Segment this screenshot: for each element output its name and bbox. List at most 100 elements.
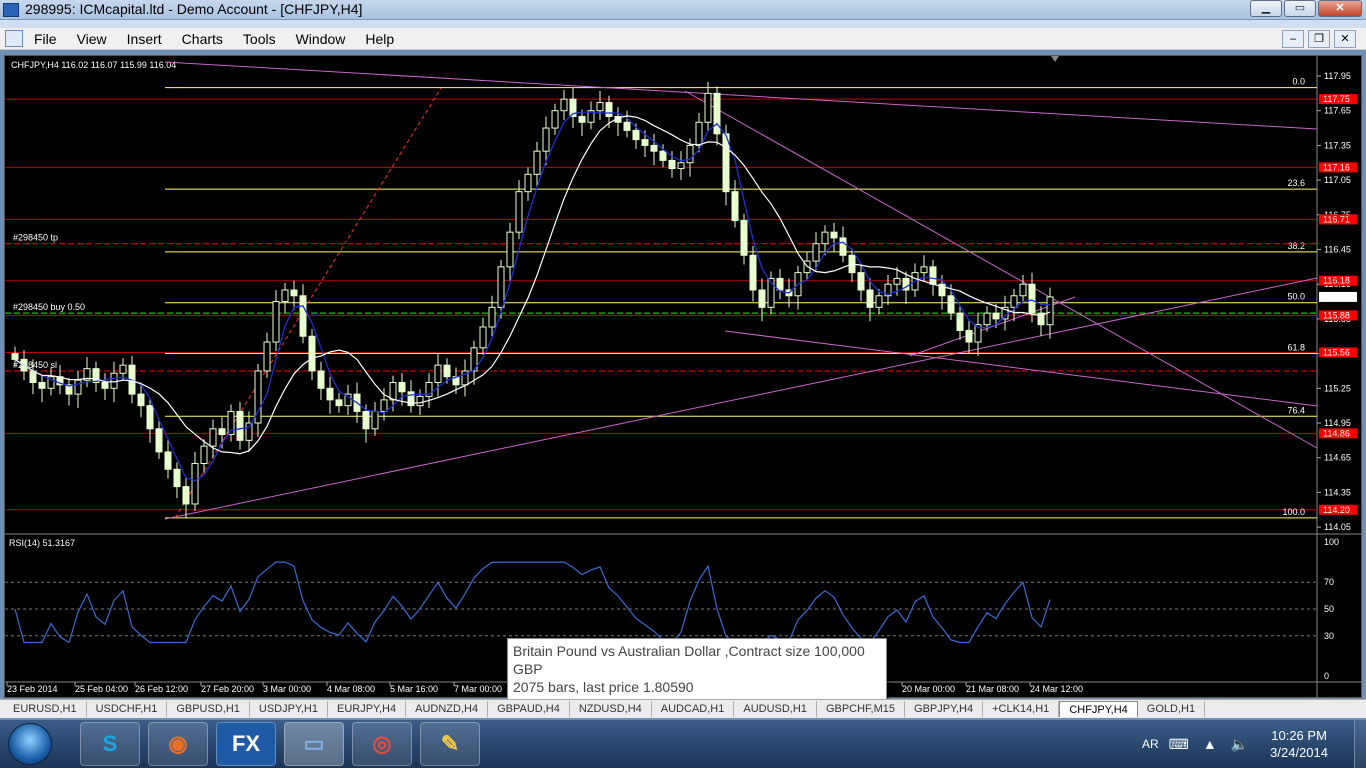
rsi-level-label: 100 — [1324, 537, 1339, 547]
close-icon[interactable]: ✕ — [1318, 0, 1362, 17]
candle-body — [101, 382, 109, 389]
clock-date: 3/24/2014 — [1270, 745, 1328, 760]
maximize-icon[interactable]: ▭ — [1284, 0, 1316, 17]
fib-level-label: 38.2 — [1287, 241, 1305, 251]
price-label: 116.45 — [1324, 245, 1351, 255]
fib-level-label: 76.4 — [1287, 405, 1305, 415]
chart-restore-icon[interactable]: ❐ — [1308, 30, 1330, 48]
language-indicator[interactable]: AR — [1142, 737, 1159, 751]
chart-tab[interactable]: NZDUSD,H4 — [570, 701, 652, 717]
start-button[interactable] — [8, 723, 52, 765]
candle-body — [578, 115, 586, 123]
fib-level-label: 0.0 — [1292, 77, 1305, 87]
paint-icon[interactable]: ✎ — [420, 722, 480, 766]
candle-body — [632, 129, 640, 141]
candle-body — [956, 312, 964, 331]
price-label: 117.95 — [1324, 71, 1351, 81]
price-label: 117.65 — [1324, 106, 1351, 116]
chart-tab[interactable]: GBPCHF,M15 — [817, 701, 906, 717]
candle-body — [596, 102, 604, 112]
time-label: 20 Mar 00:00 — [902, 684, 955, 694]
candle-body — [650, 144, 658, 152]
menu-insert[interactable]: Insert — [127, 31, 162, 47]
time-label: 26 Feb 12:00 — [135, 684, 188, 694]
menu-window[interactable]: Window — [296, 31, 346, 47]
candle-body — [479, 326, 487, 349]
chart-tab[interactable]: AUDUSD,H1 — [734, 701, 817, 717]
chart-minimize-icon[interactable]: – — [1282, 30, 1304, 48]
chart-tab[interactable]: EURJPY,H4 — [328, 701, 407, 717]
minimize-icon[interactable]: ▁ — [1250, 0, 1282, 17]
time-label: 7 Mar 00:00 — [454, 684, 502, 694]
chart-tab[interactable]: EURUSD,H1 — [4, 701, 87, 717]
candle-body — [695, 121, 703, 146]
show-hidden-icon[interactable]: ▲ — [1203, 736, 1217, 752]
time-label: 25 Feb 04:00 — [75, 684, 128, 694]
price-badge-label: 116.71 — [1323, 214, 1350, 224]
rsi-level-label: 0 — [1324, 671, 1329, 681]
price-label: 115.25 — [1324, 383, 1351, 393]
price-badge-label: 116.18 — [1323, 276, 1350, 286]
price-badge-label: 117.75 — [1323, 94, 1350, 104]
chart-tab[interactable]: AUDCAD,H1 — [652, 701, 735, 717]
chart-tab[interactable]: CHFJPY,H4 — [1059, 701, 1138, 717]
fib-level-label: 23.6 — [1287, 178, 1305, 188]
time-label: 3 Mar 00:00 — [263, 684, 311, 694]
chart-window-icon[interactable] — [5, 30, 23, 47]
fx-app-icon[interactable]: FX — [216, 722, 276, 766]
candle-body — [182, 486, 190, 505]
menu-tools[interactable]: Tools — [243, 31, 276, 47]
chart-tab[interactable]: +CLK14,H1 — [983, 701, 1060, 717]
chart-window[interactable]: CHFJPY,H4 116.02 116.07 115.99 116.04 117… — [4, 55, 1363, 699]
keyboard-icon[interactable]: ⌨ — [1169, 736, 1189, 753]
chart-tab[interactable]: USDCHF,H1 — [87, 701, 168, 717]
candle-body — [668, 159, 676, 170]
chart-tabs: EURUSD,H1 USDCHF,H1 GBPUSD,H1 USDJPY,H1 EURJ… — [0, 699, 1366, 718]
browser-app-icon[interactable]: ◉ — [148, 722, 208, 766]
menu-help[interactable]: Help — [365, 31, 394, 47]
rsi-line — [14, 561, 1051, 644]
candle-body — [317, 370, 325, 389]
menu-charts[interactable]: Charts — [182, 31, 223, 47]
chart-tab[interactable]: GBPAUD,H4 — [488, 701, 570, 717]
menu-view[interactable]: View — [77, 31, 107, 47]
candle-body — [506, 231, 514, 268]
chart-tab[interactable]: USDJPY,H1 — [250, 701, 328, 717]
clock[interactable]: 10:26 PM 3/24/2014 — [1270, 727, 1328, 761]
fib-level-label: 100.0 — [1282, 507, 1305, 517]
chart-tab[interactable]: AUDNZD,H4 — [406, 701, 489, 717]
metatrader-icon[interactable]: ▭ — [284, 722, 344, 766]
menu-bar: File View Insert Charts Tools Window Hel… — [0, 28, 1366, 50]
candle-body — [416, 395, 424, 407]
rsi-level-label: 50 — [1324, 604, 1334, 614]
candle-body — [362, 410, 370, 430]
candle-body — [137, 393, 145, 407]
tooltip-line-1: Britain Pound vs Australian Dollar ,Cont… — [513, 643, 865, 659]
skype-icon[interactable]: S — [80, 722, 140, 766]
candle-body — [281, 289, 289, 303]
candle-body — [713, 92, 721, 135]
candle-body — [758, 289, 766, 308]
chart-tab[interactable]: GBPUSD,H1 — [167, 701, 250, 717]
candle-body — [875, 295, 883, 308]
candle-body — [263, 341, 271, 372]
price-badge-label: 114.86 — [1323, 428, 1350, 438]
chart-tab[interactable]: GOLD,H1 — [1138, 701, 1206, 717]
candle-body — [677, 162, 685, 170]
show-desktop-button[interactable] — [1354, 720, 1366, 768]
menu-file[interactable]: File — [34, 31, 57, 47]
rsi-level-label: 70 — [1324, 577, 1334, 587]
chrome-icon[interactable]: ◎ — [352, 722, 412, 766]
chart-tab[interactable]: GBPJPY,H4 — [905, 701, 984, 717]
candle-body — [992, 312, 1000, 320]
tooltip-line-3: 2075 bars, last price 1.80590 — [513, 679, 694, 695]
candle-body — [533, 150, 541, 175]
candle-body — [623, 121, 631, 131]
candle-body — [272, 301, 280, 343]
chart-close-icon[interactable]: ✕ — [1334, 30, 1356, 48]
order-label: #298450 sl — [13, 360, 57, 370]
candle-body — [398, 382, 406, 393]
volume-icon[interactable]: 🔈 — [1231, 736, 1248, 753]
candle-body — [236, 410, 244, 441]
chart-canvas[interactable]: CHFJPY,H4 116.02 116.07 115.99 116.04 117… — [5, 56, 1363, 699]
